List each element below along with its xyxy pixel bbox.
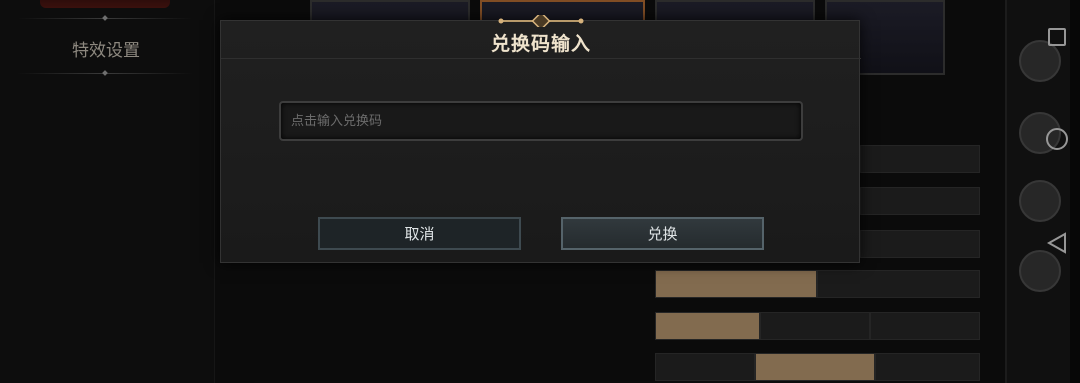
redeem-button[interactable]: 兑换 bbox=[561, 217, 764, 250]
cancel-button-label: 取消 bbox=[404, 225, 435, 243]
redeem-code-input[interactable] bbox=[279, 101, 803, 141]
redeem-code-dialog: 兑换码输入 取消 兑换 bbox=[220, 15, 861, 263]
redeem-button-label: 兑换 bbox=[647, 225, 678, 243]
cancel-button[interactable]: 取消 bbox=[318, 217, 521, 250]
dialog-header: 兑换码输入 bbox=[221, 21, 861, 59]
dialog-title: 兑换码输入 bbox=[490, 33, 591, 55]
